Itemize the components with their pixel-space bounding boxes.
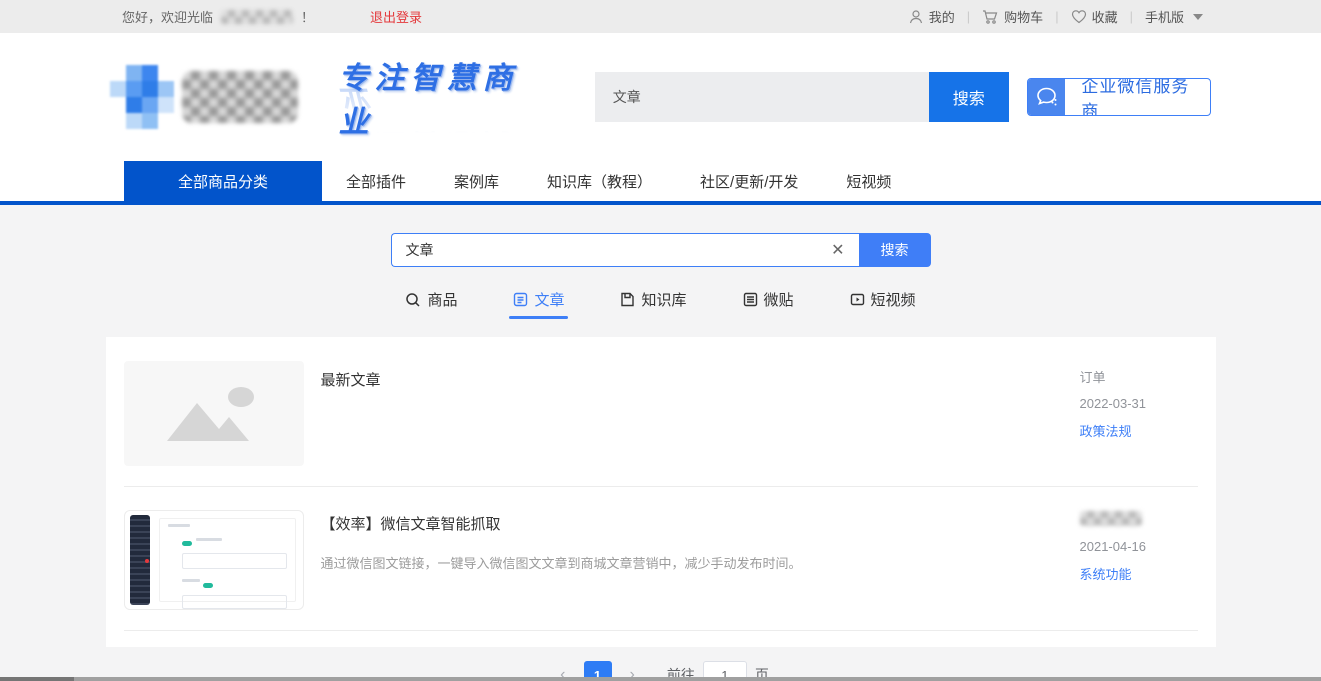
article-icon — [513, 292, 528, 307]
video-icon — [850, 292, 865, 307]
wechat-service-provider-button[interactable]: 企业微信服务商 — [1027, 78, 1211, 116]
my-account-link[interactable]: 我的 — [908, 7, 955, 26]
censored-logo-mark — [110, 65, 168, 129]
main-content: ✕ 搜索 商品 文章 知识库 微贴 短视频 — [0, 205, 1321, 677]
result-search-section: ✕ 搜索 — [0, 233, 1321, 267]
image-placeholder-icon — [159, 379, 269, 449]
welcome-text: 您好，欢迎光临 — [122, 7, 213, 26]
divider: | — [967, 9, 970, 24]
favorites-link[interactable]: 收藏 — [1071, 7, 1118, 26]
nav-item-knowledge-base[interactable]: 知识库（教程） — [525, 161, 674, 201]
result-date: 2021-04-16 — [1080, 539, 1198, 554]
header-search-input[interactable] — [595, 72, 929, 122]
tab-short-video[interactable]: 短视频 — [850, 289, 916, 319]
censored-logo-text — [182, 71, 299, 123]
tab-knowledge-base[interactable]: 知识库 — [620, 289, 686, 319]
brand-slogan: 专注智慧商业 专注智慧商业 — [338, 53, 532, 141]
nav-item-short-video[interactable]: 短视频 — [824, 161, 913, 201]
result-meta: 2021-04-16 系统功能 — [1080, 505, 1198, 610]
mobile-version-dropdown[interactable]: 手机版 — [1145, 7, 1203, 26]
result-category-link[interactable]: 系统功能 — [1080, 564, 1198, 583]
logout-link[interactable]: 退出登录 — [370, 7, 422, 26]
result-description: 通过微信图文链接，一键导入微信图文文章到商城文章营销中，减少手动发布时间。 — [321, 554, 1050, 574]
result-item-1[interactable]: 最新文章 订单 2022-03-31 政策法规 — [124, 343, 1198, 487]
tab-products[interactable]: 商品 — [405, 289, 457, 319]
list-icon — [743, 292, 758, 307]
result-thumbnail-admin-screenshot — [124, 510, 304, 610]
nav-item-all-categories[interactable]: 全部商品分类 — [124, 161, 322, 201]
result-search-button[interactable]: 搜索 — [859, 233, 931, 267]
window-bottom-edge — [0, 677, 1321, 681]
nav-item-community[interactable]: 社区/更新/开发 — [678, 161, 820, 201]
thumb-notification-dot — [145, 559, 149, 563]
cart-link[interactable]: 购物车 — [982, 7, 1043, 26]
censored-author — [1080, 511, 1142, 526]
header-search-button[interactable]: 搜索 — [929, 72, 1009, 122]
cart-icon — [982, 9, 999, 25]
result-search-input[interactable] — [406, 242, 828, 258]
result-date: 2022-03-31 — [1080, 396, 1198, 411]
brand-logo[interactable]: 专注智慧商业 专注智慧商业 — [110, 53, 533, 141]
result-type-tabs: 商品 文章 知识库 微贴 短视频 — [0, 289, 1321, 319]
heart-icon — [1071, 9, 1087, 24]
wechat-chat-icon — [1028, 78, 1066, 116]
slogan-reflection: 专注智慧商业 — [338, 81, 532, 169]
divider: | — [1130, 9, 1133, 24]
category-nav: 全部商品分类 全部插件 案例库 知识库（教程） 社区/更新/开发 短视频 — [0, 161, 1321, 205]
welcome-suffix: ！ — [301, 7, 314, 26]
result-title[interactable]: 【效率】微信文章智能抓取 — [321, 513, 1050, 534]
clear-search-icon[interactable]: ✕ — [827, 240, 848, 260]
caret-down-icon — [1193, 14, 1203, 20]
user-icon — [908, 9, 924, 25]
placeholder-image — [124, 361, 304, 466]
tab-micro-posts[interactable]: 微贴 — [743, 289, 794, 319]
result-item-2[interactable]: 【效率】微信文章智能抓取 通过微信图文链接，一键导入微信图文文章到商城文章营销中… — [124, 487, 1198, 631]
result-meta-label: 订单 — [1080, 367, 1198, 386]
tab-articles[interactable]: 文章 — [513, 289, 564, 319]
results-card: 最新文章 订单 2022-03-31 政策法规 — [106, 337, 1216, 647]
header-search: 搜索 — [595, 72, 1009, 122]
bookmark-icon — [620, 292, 635, 307]
result-category-link[interactable]: 政策法规 — [1080, 421, 1198, 440]
search-icon — [405, 292, 421, 308]
thumb-form-panel — [159, 518, 296, 602]
censored-username — [221, 10, 293, 24]
top-utility-bar: 您好，欢迎光临 ！ 退出登录 我的 | 购物车 | 收藏 | 手机版 — [0, 0, 1321, 33]
result-meta: 订单 2022-03-31 政策法规 — [1080, 361, 1198, 466]
result-title[interactable]: 最新文章 — [321, 369, 1050, 390]
divider: | — [1055, 9, 1058, 24]
site-header: 专注智慧商业 专注智慧商业 搜索 企业微信服务商 — [0, 33, 1321, 161]
